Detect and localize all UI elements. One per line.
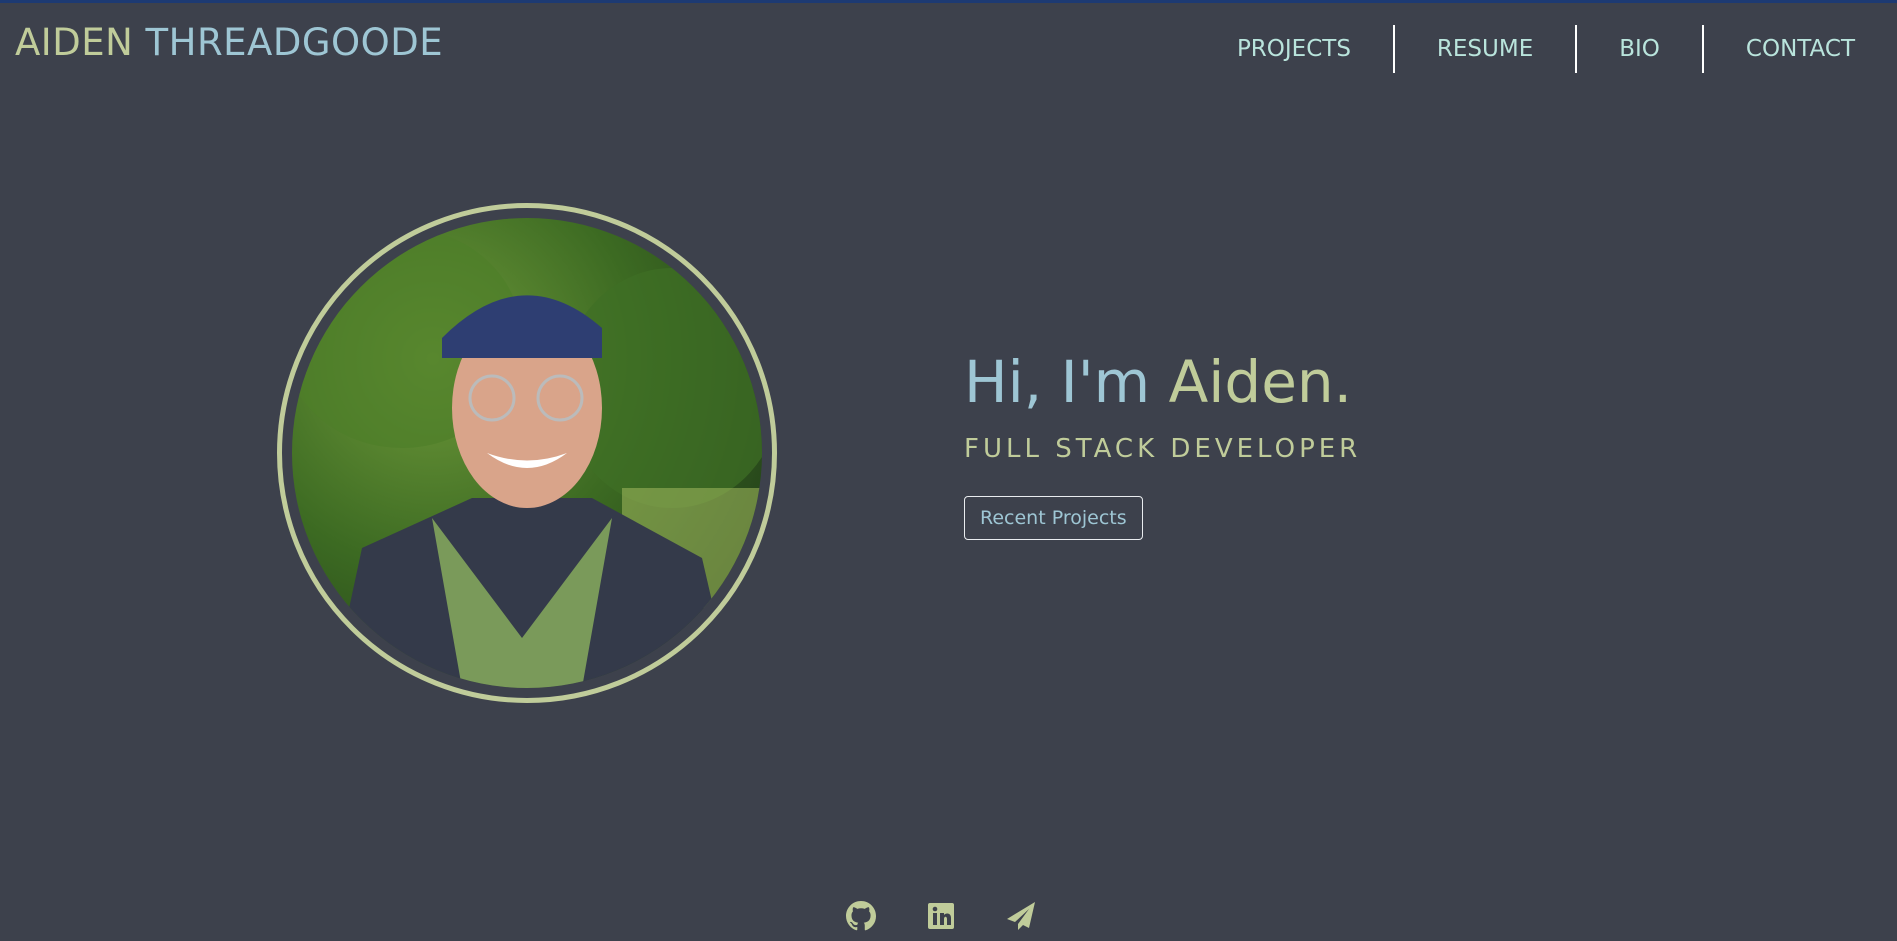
brand-last: THREADGOODE [145, 21, 444, 64]
greeting: Hi, I'm [964, 348, 1151, 416]
profile-photo-frame [277, 203, 777, 703]
hero-heading: Hi, I'm Aiden. [964, 348, 1361, 416]
nav-bio[interactable]: BIO [1577, 25, 1702, 73]
brand-logo[interactable]: AIDEN THREADGOODE [15, 21, 443, 64]
recent-projects-button[interactable]: Recent Projects [964, 496, 1143, 540]
brand-first: AIDEN [15, 21, 134, 64]
nav-projects[interactable]: PROJECTS [1237, 25, 1393, 73]
hero-subtitle: FULL STACK DEVELOPER [964, 434, 1362, 464]
nav-resume[interactable]: RESUME [1395, 25, 1575, 73]
github-icon[interactable] [846, 901, 877, 931]
hero: Hi, I'm Aiden. FULL STACK DEVELOPER Rece… [964, 348, 1361, 540]
paper-plane-icon[interactable] [1006, 901, 1036, 931]
main-nav: PROJECTS RESUME BIO CONTACT [1237, 25, 1897, 73]
name: Aiden. [1168, 348, 1353, 416]
nav-contact[interactable]: CONTACT [1704, 25, 1897, 73]
linkedin-icon[interactable] [926, 901, 956, 931]
profile-photo [292, 218, 762, 688]
social-links [846, 901, 1036, 931]
